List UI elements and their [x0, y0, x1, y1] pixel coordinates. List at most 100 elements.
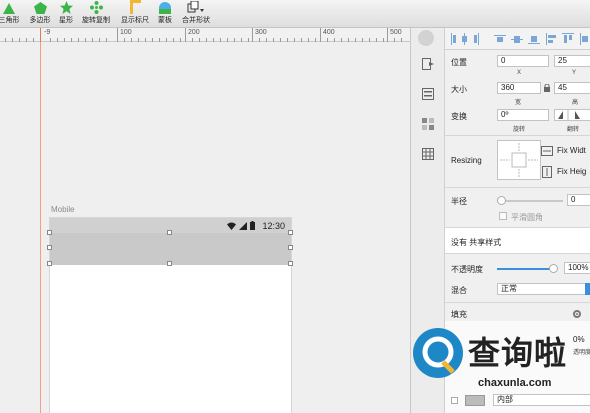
rotate-copy-icon: [89, 0, 103, 14]
fix-height-icon[interactable]: [542, 166, 552, 178]
fix-height-label[interactable]: Fix Heig: [557, 167, 586, 176]
border-checkbox[interactable]: [451, 397, 458, 404]
combine-shape-label: 合并形状: [182, 17, 210, 24]
handle-middle-right[interactable]: [288, 245, 293, 250]
resizing-widget[interactable]: [497, 140, 541, 180]
align-icons[interactable]: [449, 33, 589, 45]
position-x-field[interactable]: 0: [497, 55, 549, 67]
polygon-label: 多边形: [29, 17, 51, 24]
show-ruler-tool[interactable]: 显示标尺: [118, 0, 152, 28]
radius-slider-knob[interactable]: [497, 196, 506, 205]
border-position-select[interactable]: 内部: [493, 394, 590, 406]
opacity-label: 不透明度: [451, 265, 483, 274]
watermark-domain: chaxunla.com: [478, 377, 552, 389]
artboard-title[interactable]: Mobile: [51, 205, 75, 214]
x-caption: X: [517, 70, 522, 76]
fill-opacity-caption: 透明度: [573, 350, 590, 356]
smooth-corners-label: 平滑圆角: [511, 213, 543, 222]
handle-top-right[interactable]: [288, 230, 293, 235]
triangle-icon: [3, 0, 15, 14]
alignment-toolbar: [445, 28, 590, 50]
ruler-label-400: 400: [323, 29, 335, 36]
radius-label: 半径: [451, 197, 467, 206]
mask-icon: [159, 0, 171, 14]
ruler-label-500: 500: [390, 29, 402, 36]
status-time: 12:30: [262, 221, 285, 231]
star-tool[interactable]: 星形: [55, 0, 77, 28]
opacity-slider-track[interactable]: [497, 268, 555, 270]
height-caption: 高: [572, 100, 579, 106]
wifi-icon: [227, 222, 236, 230]
position-label: 位置: [451, 58, 467, 67]
ruler-ticks: [5, 28, 402, 42]
lock-icon[interactable]: [544, 84, 550, 92]
watermark-logo: [413, 328, 463, 378]
fix-width-icon[interactable]: [541, 146, 553, 156]
handle-top-center[interactable]: [167, 230, 172, 235]
triangle-tool[interactable]: 三角形: [0, 0, 24, 28]
divider-resizing: [445, 135, 590, 136]
mobile-artboard[interactable]: 12:30: [49, 217, 292, 413]
ruler-label-300: 300: [255, 29, 267, 36]
handle-bottom-left[interactable]: [47, 261, 52, 266]
rotate-caption: 旋转: [513, 127, 526, 133]
combine-shape-icon: [187, 0, 205, 14]
mask-label: 蒙板: [158, 17, 172, 24]
transform-label: 变换: [451, 112, 467, 121]
ruler-label-200: 200: [188, 29, 200, 36]
blend-value: 正常: [501, 284, 517, 293]
handle-bottom-center[interactable]: [167, 261, 172, 266]
rotation-field[interactable]: 0º: [497, 109, 549, 121]
rotate-copy-tool[interactable]: 旋转复制: [80, 0, 112, 28]
opacity-field[interactable]: 100%: [564, 262, 590, 274]
symbol-grid-icon[interactable]: [422, 118, 434, 130]
border-color-swatch[interactable]: [465, 395, 485, 406]
flip-caption: 翻转: [567, 127, 580, 133]
signal-icon: [239, 222, 247, 230]
rotate-copy-label: 旋转复制: [82, 17, 110, 24]
shared-style-label[interactable]: 没有 共享样式: [451, 237, 501, 248]
star-icon: [59, 0, 73, 14]
blend-label: 混合: [451, 286, 467, 295]
fix-width-label[interactable]: Fix Widt: [557, 146, 586, 155]
table-grid-icon[interactable]: [422, 148, 434, 160]
resizing-label: Resizing: [451, 156, 482, 165]
shared-style-panel[interactable]: 没有 共享样式: [445, 227, 590, 254]
watermark-brand: 查询啦: [468, 335, 568, 371]
combine-shape-tool[interactable]: 合并形状: [179, 0, 213, 28]
radius-slider-track[interactable]: [497, 200, 563, 202]
horizontal-ruler[interactable]: -9 100 200 300 400 500: [0, 28, 410, 42]
polygon-icon: [33, 0, 47, 14]
show-ruler-label: 显示标尺: [121, 17, 149, 24]
fill-opacity-value[interactable]: 0%: [573, 335, 585, 344]
ruler-guide[interactable]: [40, 42, 41, 413]
opacity-slider-knob[interactable]: [549, 264, 558, 273]
y-caption: Y: [572, 70, 577, 76]
blend-dropdown-arrow[interactable]: [585, 283, 590, 295]
export-icon[interactable]: [422, 58, 434, 70]
handle-top-left[interactable]: [47, 230, 52, 235]
mask-tool[interactable]: 蒙板: [155, 0, 175, 28]
radius-field[interactable]: 0: [567, 194, 590, 206]
layer-list-icon[interactable]: [422, 88, 434, 100]
ruler-label-100: 100: [120, 29, 132, 36]
blend-select[interactable]: 正常: [497, 283, 590, 295]
smooth-corners-checkbox[interactable]: [499, 212, 507, 220]
handle-bottom-right[interactable]: [288, 261, 293, 266]
star-label: 星形: [59, 17, 73, 24]
fill-gear-icon[interactable]: [572, 309, 582, 319]
toolbar: 三角形 多边形 星形 旋转复制 显示标尺 蒙板 合并形状: [0, 0, 590, 28]
pen-circle-icon[interactable]: [418, 30, 434, 46]
position-y-field[interactable]: 25: [554, 55, 590, 67]
flip-buttons[interactable]: [554, 109, 590, 121]
width-field[interactable]: 360: [497, 82, 541, 94]
search-icon: [422, 336, 455, 374]
width-caption: 宽: [515, 100, 522, 106]
battery-icon: [250, 221, 255, 230]
sketch-window: 三角形 多边形 星形 旋转复制 显示标尺 蒙板 合并形状 -9 100 200 …: [0, 0, 590, 413]
polygon-tool[interactable]: 多边形: [27, 0, 53, 28]
status-icons: [227, 221, 255, 230]
handle-middle-left[interactable]: [47, 245, 52, 250]
flip-icon[interactable]: [555, 110, 590, 120]
height-field[interactable]: 45: [554, 82, 590, 94]
